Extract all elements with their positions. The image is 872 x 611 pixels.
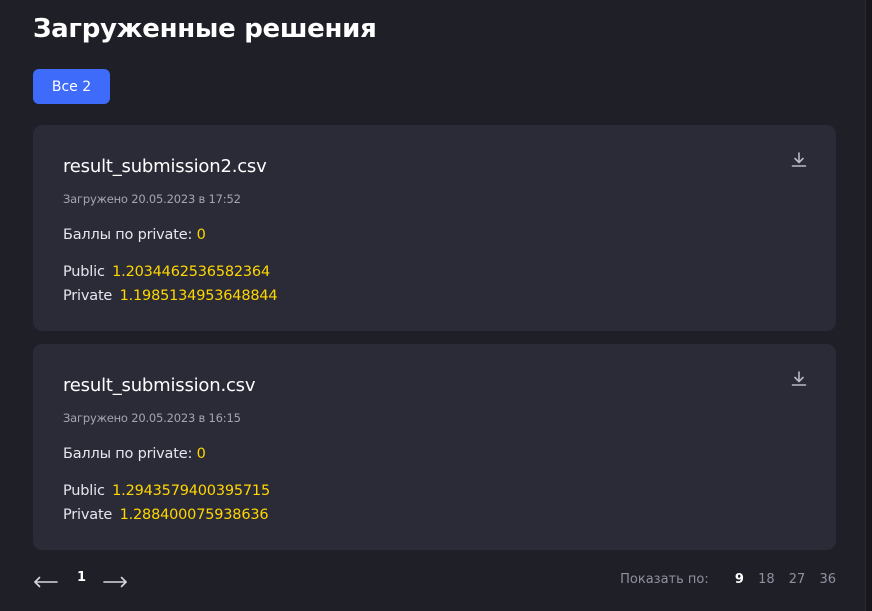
submissions-page: Загруженные решения Все 2 result_submiss… bbox=[0, 0, 872, 611]
file-name: result_submission2.csv bbox=[63, 156, 267, 177]
per-page-option-9[interactable]: 9 bbox=[735, 572, 744, 587]
private-metric: Private 1.1985134953648844 bbox=[63, 288, 278, 304]
per-page-option-18[interactable]: 18 bbox=[758, 572, 775, 587]
public-metric: Public 1.2034462536582364 bbox=[63, 264, 270, 280]
private-score-value: 0 bbox=[196, 227, 206, 243]
per-page-option-27[interactable]: 27 bbox=[789, 572, 806, 587]
per-page-option-36[interactable]: 36 bbox=[819, 572, 836, 587]
file-name: result_submission.csv bbox=[63, 375, 256, 396]
public-metric-label: Public bbox=[63, 483, 105, 499]
private-score-label: Баллы по private: bbox=[63, 227, 193, 243]
download-icon bbox=[789, 150, 809, 170]
arrow-left-icon bbox=[33, 576, 58, 588]
private-metric-label: Private bbox=[63, 288, 113, 304]
public-metric-value: 1.2943579400395715 bbox=[112, 483, 270, 499]
private-score-value: 0 bbox=[196, 446, 206, 462]
filter-tab-all[interactable]: Все 2 bbox=[33, 69, 110, 104]
public-metric-label: Public bbox=[63, 264, 105, 280]
private-metric-value: 1.288400075938636 bbox=[119, 507, 269, 523]
private-score-label: Баллы по private: bbox=[63, 446, 193, 462]
scrollbar-track[interactable] bbox=[865, 0, 872, 611]
page-title: Загруженные решения bbox=[33, 14, 377, 44]
private-score: Баллы по private: 0 bbox=[63, 227, 206, 243]
download-icon bbox=[789, 369, 809, 389]
download-button[interactable] bbox=[789, 369, 809, 389]
submission-card: result_submission.csv Загружено 20.05.20… bbox=[33, 344, 836, 550]
pagination: 1 bbox=[33, 568, 143, 590]
arrow-right-icon bbox=[103, 576, 128, 588]
per-page-selector: Показать по: 9 18 27 36 bbox=[620, 572, 836, 587]
next-page-button[interactable] bbox=[103, 568, 128, 590]
submission-card: result_submission2.csv Загружено 20.05.2… bbox=[33, 125, 836, 331]
private-metric: Private 1.288400075938636 bbox=[63, 507, 269, 523]
public-metric-value: 1.2034462536582364 bbox=[112, 264, 270, 280]
per-page-label: Показать по: bbox=[620, 572, 709, 587]
private-metric-value: 1.1985134953648844 bbox=[119, 288, 278, 304]
private-score: Баллы по private: 0 bbox=[63, 446, 206, 462]
download-button[interactable] bbox=[789, 150, 809, 170]
upload-timestamp: Загружено 20.05.2023 в 17:52 bbox=[63, 192, 241, 206]
public-metric: Public 1.2943579400395715 bbox=[63, 483, 270, 499]
page-number-current[interactable]: 1 bbox=[77, 570, 86, 585]
private-metric-label: Private bbox=[63, 507, 113, 523]
prev-page-button[interactable] bbox=[33, 568, 58, 590]
upload-timestamp: Загружено 20.05.2023 в 16:15 bbox=[63, 411, 241, 425]
